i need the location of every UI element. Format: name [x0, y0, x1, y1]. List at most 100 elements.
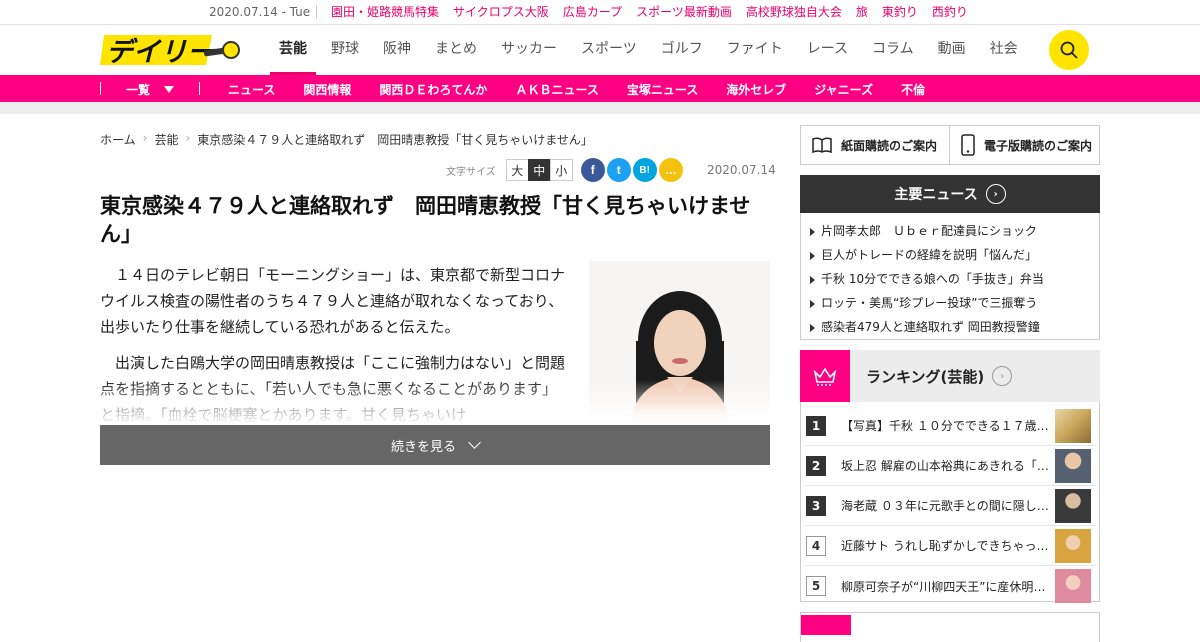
nav-society[interactable]: 社会 — [981, 25, 1027, 75]
news-item[interactable]: 巨人がトレードの経緯を説明「悩んだ」 — [810, 243, 1099, 267]
subnav-item[interactable]: ＡＫＢニュース — [515, 81, 598, 98]
breadcrumb-current: 東京感染４７９人と連絡取れず 岡田晴恵教授「甘く見ちゃいけません」 — [197, 133, 593, 147]
main-news-list: 片岡孝太郎 Ｕｂｅｒ配達員にショック 巨人がトレードの経緯を説明「悩んだ」 千秋… — [801, 213, 1099, 339]
nav-fight[interactable]: ファイト — [718, 25, 792, 75]
subnav-item[interactable]: 宝塚ニュース — [627, 81, 698, 98]
crown-icon — [800, 350, 850, 402]
hatena-icon[interactable]: B! — [632, 158, 657, 182]
paper-subscription-label: 紙面購読のご案内 — [841, 138, 938, 153]
news-item[interactable]: 片岡孝太郎 Ｕｂｅｒ配達員にショック — [810, 219, 1099, 243]
text-fade — [100, 380, 770, 425]
nav-sports[interactable]: スポーツ — [572, 25, 646, 75]
rank-headline: 坂上忍 解雇の山本裕典にあきれる「… — [841, 459, 1049, 473]
current-date: 2020.07.14 - Tue — [209, 5, 311, 19]
ranking-item[interactable]: 2 坂上忍 解雇の山本裕典にあきれる「… — [806, 446, 1096, 486]
subnav-items: ニュース 関西情報 関西ＤＥわろてんか ＡＫＢニュース 宝塚ニュース 海外セレブ… — [228, 81, 953, 98]
main-news-box: 主要ニュース › 片岡孝太郎 Ｕｂｅｒ配達員にショック 巨人がトレードの経緯を説… — [800, 175, 1100, 340]
article-paragraph: １４日のテレビ朝日「モーニングショー」は、東京都で新型コロナウイルス検査の陽性者… — [100, 266, 566, 336]
news-item[interactable]: ロッテ・美馬“珍プレー投球”で三振奪う — [810, 291, 1099, 315]
ranking-title: ランキング(芸能) — [866, 367, 985, 386]
chevron-right-icon: › — [142, 131, 148, 145]
breadcrumb-category[interactable]: 芸能 — [154, 131, 178, 148]
top-links: 園田・姫路競馬特集 サイクロプス大阪 広島カープ スポーツ最新動画 高校野球独自… — [316, 5, 982, 19]
main-news-header[interactable]: 主要ニュース › — [800, 175, 1100, 213]
subnav-item[interactable]: 海外セレブ — [726, 81, 786, 98]
twitter-icon[interactable]: t — [606, 158, 631, 182]
font-size-small[interactable]: 小 — [549, 159, 573, 181]
chevron-down-icon — [468, 436, 481, 449]
top-link[interactable]: 西釣り — [932, 5, 982, 19]
read-more-label: 続きを見る — [390, 439, 456, 455]
rank-number: 3 — [806, 495, 826, 516]
subnav-item[interactable]: 不倫 — [901, 81, 925, 98]
ranking-item[interactable]: 4 近藤サト うれし恥ずかしできちゃっ… — [806, 526, 1096, 566]
font-size-medium[interactable]: 中 — [527, 159, 551, 181]
ranking-box: ランキング(芸能) › 1 【写真】千秋 １０分でできる１７歳… 2 坂上忍 解… — [800, 350, 1100, 603]
section-icon — [801, 615, 851, 635]
nav-hanshin[interactable]: 阪神 — [374, 25, 420, 75]
facebook-icon[interactable]: f — [580, 158, 605, 182]
rank-headline: 【写真】千秋 １０分でできる１７歳… — [841, 419, 1049, 433]
publish-date: 2020.07.14 — [707, 163, 776, 177]
rank-number: 4 — [806, 535, 826, 556]
subnav-item[interactable]: ジャニーズ — [814, 81, 873, 98]
rank-number: 1 — [806, 415, 826, 436]
divider — [100, 82, 101, 95]
subnav-item[interactable]: 関西情報 — [303, 81, 351, 98]
nav-video[interactable]: 動画 — [929, 25, 975, 75]
font-size-large[interactable]: 大 — [505, 159, 529, 181]
top-link[interactable]: 旅 — [856, 5, 882, 19]
nav-soccer[interactable]: サッカー — [492, 25, 566, 75]
nav-baseball[interactable]: 野球 — [322, 25, 368, 75]
news-item[interactable]: 感染者479人と連絡取れず 岡田教授警鐘 — [810, 315, 1099, 339]
ranking-header[interactable]: ランキング(芸能) › — [800, 350, 1100, 402]
line-icon[interactable]: … — [658, 158, 683, 182]
nav-race[interactable]: レース — [798, 25, 857, 75]
next-sidebar-box — [800, 612, 1100, 642]
search-button[interactable] — [1049, 30, 1089, 70]
top-link[interactable]: 園田・姫路競馬特集 — [316, 5, 453, 19]
divider — [199, 82, 200, 95]
nav-entertainment[interactable]: 芸能 — [270, 25, 316, 75]
ranking-item[interactable]: 3 海老蔵 ０３年に元歌手との間に隠し… — [806, 486, 1096, 526]
digital-subscription-label: 電子版購読のご案内 — [984, 138, 1093, 153]
search-icon — [1060, 41, 1078, 59]
top-link[interactable]: 東釣り — [882, 5, 932, 19]
all-list-dropdown[interactable]: 一覧 — [126, 81, 175, 98]
news-item[interactable]: 千秋 10分でできる娘への「手抜き」弁当 — [810, 267, 1099, 291]
rank-headline: 柳原可奈子が“川柳四天王”に産休明け… — [841, 579, 1049, 594]
site-logo[interactable]: デイリー — [100, 33, 240, 68]
font-size-label: 文字サイズ — [446, 166, 496, 178]
ranking-item[interactable]: 1 【写真】千秋 １０分でできる１７歳… — [806, 406, 1096, 446]
ranking-item[interactable]: 5 柳原可奈子が“川柳四天王”に産休明け… — [806, 566, 1096, 606]
digital-subscription-button[interactable]: 電子版購読のご案内 — [950, 125, 1100, 165]
main-news-title: 主要ニュース — [894, 187, 978, 203]
rank-thumbnail — [1055, 528, 1091, 563]
site-header: デイリー 芸能 野球 阪神 まとめ サッカー スポーツ ゴルフ ファイト レース… — [0, 25, 1200, 75]
nav-matome[interactable]: まとめ — [426, 25, 486, 75]
read-more-button[interactable]: 続きを見る — [100, 425, 770, 465]
subnav-item[interactable]: ニュース — [228, 81, 275, 98]
rank-thumbnail — [1055, 448, 1091, 483]
subnav-item[interactable]: 関西ＤＥわろてんか — [379, 81, 487, 98]
logo-text: デイリー — [106, 37, 215, 67]
breadcrumb-home[interactable]: ホーム — [100, 131, 136, 148]
rank-thumbnail — [1055, 488, 1091, 523]
global-nav: 芸能 野球 阪神 まとめ サッカー スポーツ ゴルフ ファイト レース コラム … — [270, 25, 1033, 75]
category-subnav: 一覧 ニュース 関西情報 関西ＤＥわろてんか ＡＫＢニュース 宝塚ニュース 海外… — [0, 75, 1200, 102]
rank-thumbnail — [1055, 408, 1091, 443]
paper-subscription-button[interactable]: 紙面購読のご案内 — [800, 125, 950, 165]
nav-golf[interactable]: ゴルフ — [652, 25, 712, 75]
chevron-down-icon — [164, 86, 175, 93]
top-strip: 2020.07.14 - Tue 園田・姫路競馬特集 サイクロプス大阪 広島カー… — [0, 0, 1200, 25]
breadcrumb: ホーム › 芸能 › 東京感染４７９人と連絡取れず 岡田晴恵教授「甘く見ちゃいけ… — [100, 131, 593, 148]
chevron-right-icon: › — [185, 131, 191, 145]
book-icon — [812, 137, 832, 154]
top-link[interactable]: 高校野球独自大会 — [746, 5, 856, 19]
top-link[interactable]: スポーツ最新動画 — [636, 5, 746, 19]
nav-column[interactable]: コラム — [863, 25, 923, 75]
top-link[interactable]: 広島カープ — [563, 5, 636, 19]
rank-number: 5 — [806, 576, 826, 596]
top-link[interactable]: サイクロプス大阪 — [453, 5, 563, 19]
chevron-right-icon: › — [992, 366, 1013, 386]
